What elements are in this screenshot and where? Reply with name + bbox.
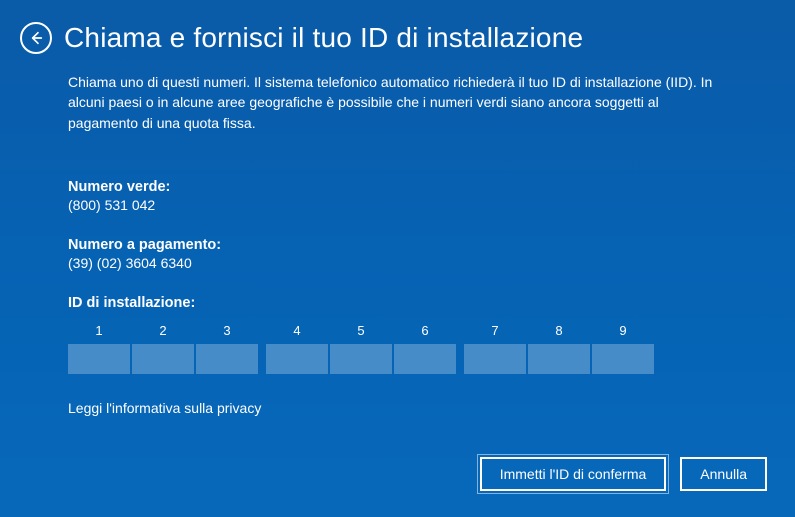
tollfree-section: Numero verde: (800) 531 042 bbox=[68, 179, 727, 213]
arrow-left-icon bbox=[28, 30, 44, 46]
block-number: 6 bbox=[421, 323, 428, 338]
block-number: 4 bbox=[293, 323, 300, 338]
block-number: 8 bbox=[555, 323, 562, 338]
install-id-block bbox=[394, 344, 456, 374]
description-text: Chiama uno di questi numeri. Il sistema … bbox=[68, 72, 727, 133]
install-id-block bbox=[592, 344, 654, 374]
toll-number: (39) (02) 3604 6340 bbox=[68, 255, 727, 271]
install-id-block bbox=[330, 344, 392, 374]
back-button[interactable] bbox=[20, 22, 52, 54]
page-title: Chiama e fornisci il tuo ID di installaz… bbox=[64, 22, 583, 54]
toll-section: Numero a pagamento: (39) (02) 3604 6340 bbox=[68, 237, 727, 271]
block-number: 1 bbox=[95, 323, 102, 338]
confirm-button[interactable]: Immetti l'ID di conferma bbox=[480, 457, 667, 491]
install-id-block bbox=[266, 344, 328, 374]
tollfree-label: Numero verde: bbox=[68, 179, 727, 195]
install-id-block bbox=[528, 344, 590, 374]
install-id-label: ID di installazione: bbox=[68, 295, 727, 311]
install-id-block bbox=[196, 344, 258, 374]
privacy-link[interactable]: Leggi l'informativa sulla privacy bbox=[68, 400, 261, 416]
block-number: 5 bbox=[357, 323, 364, 338]
block-number: 9 bbox=[619, 323, 626, 338]
toll-label: Numero a pagamento: bbox=[68, 237, 727, 253]
block-number: 2 bbox=[159, 323, 166, 338]
install-id-block bbox=[464, 344, 526, 374]
install-id-block bbox=[68, 344, 130, 374]
tollfree-number: (800) 531 042 bbox=[68, 197, 727, 213]
block-number: 3 bbox=[223, 323, 230, 338]
install-id-blocks: 1 2 3 4 5 6 bbox=[68, 323, 727, 374]
cancel-button[interactable]: Annulla bbox=[680, 457, 767, 491]
install-id-block bbox=[132, 344, 194, 374]
block-number: 7 bbox=[491, 323, 498, 338]
